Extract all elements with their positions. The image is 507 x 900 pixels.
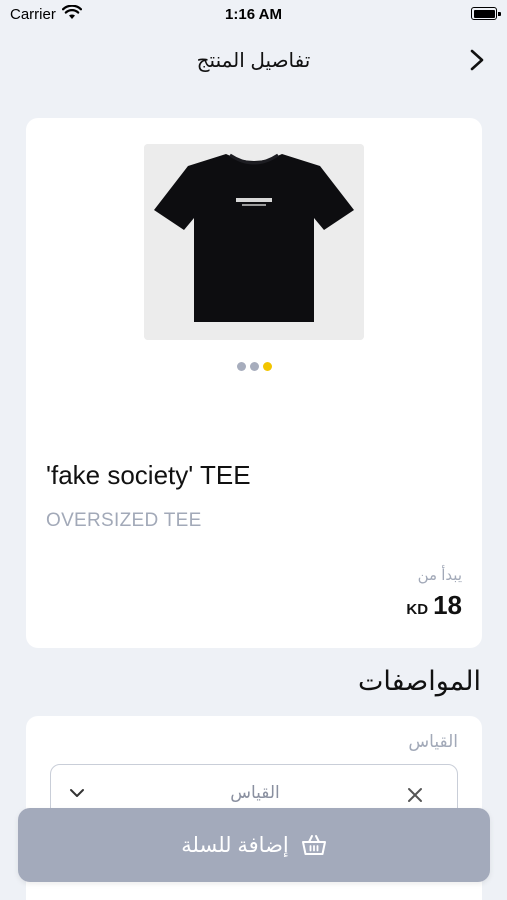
product-subtitle: OVERSIZED TEE xyxy=(46,510,202,531)
product-card: 'fake society' TEE OVERSIZED TEE يبدأ من… xyxy=(26,118,482,648)
add-to-cart-button[interactable]: إضافة للسلة xyxy=(18,808,490,882)
size-placeholder: القياس xyxy=(230,783,280,802)
tshirt-image xyxy=(144,144,364,340)
size-label: القياس xyxy=(408,732,458,751)
add-to-cart-label: إضافة للسلة xyxy=(181,833,289,857)
battery-icon xyxy=(471,7,501,20)
pager-dot[interactable] xyxy=(249,362,259,371)
specs-title: المواصفات xyxy=(357,666,481,696)
page-title: تفاصيل المنتج xyxy=(196,50,311,72)
price: KD 18 xyxy=(406,590,462,621)
basket-icon xyxy=(301,835,326,855)
image-pager[interactable] xyxy=(26,358,482,376)
product-image[interactable] xyxy=(144,144,364,340)
starts-from-label: يبدأ من xyxy=(417,567,462,584)
pager-dot[interactable] xyxy=(236,362,246,371)
pager-dot-active[interactable] xyxy=(262,362,272,371)
product-name: 'fake society' TEE xyxy=(46,460,251,490)
chevron-right-icon xyxy=(470,49,484,71)
price-currency: KD xyxy=(406,601,429,618)
back-button[interactable] xyxy=(465,46,489,74)
price-amount: 18 xyxy=(433,590,462,620)
close-icon[interactable] xyxy=(407,787,423,803)
clock: 1:16 AM xyxy=(225,6,282,23)
status-bar: Carrier 1:16 AM xyxy=(0,0,507,30)
